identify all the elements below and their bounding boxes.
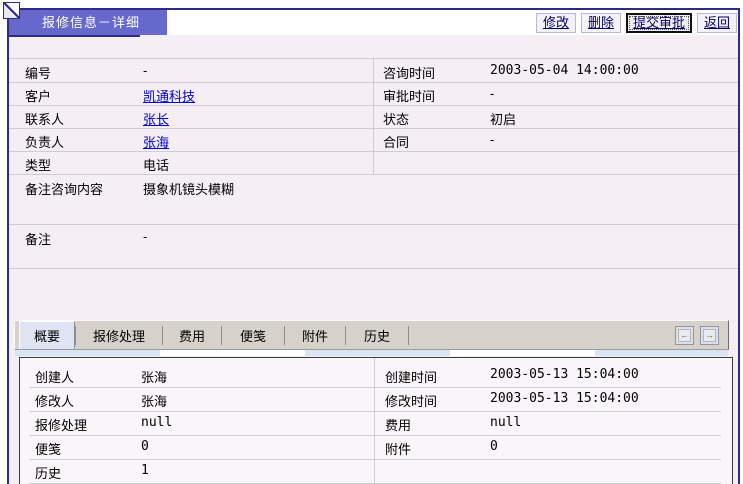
- summary-row-history: 历史 1: [29, 459, 721, 484]
- summary-row-repair-handling: 报修处理 null 费用 null: [29, 411, 721, 436]
- field-label: 修改人: [35, 391, 74, 410]
- field-value: 电话: [143, 155, 169, 174]
- tab-repair-handling[interactable]: 报修处理: [76, 321, 162, 349]
- field-label: 便笺: [35, 439, 61, 458]
- owner-link[interactable]: 张海: [143, 135, 169, 150]
- field-value: null: [490, 415, 521, 430]
- page-title: 报修信息－详细: [9, 10, 167, 35]
- field-value: 0: [490, 439, 498, 454]
- tab-bar: 概要 报修处理 费用 便笺 附件 历史 ← →: [14, 320, 729, 350]
- field-label: 附件: [385, 439, 411, 458]
- tab-memo[interactable]: 便笺: [222, 321, 284, 349]
- tab-history[interactable]: 历史: [346, 321, 408, 349]
- field-value: 2003-05-04 14:00:00: [490, 63, 639, 78]
- tab-scroll-right-button[interactable]: →: [700, 326, 719, 345]
- field-label: 类型: [25, 155, 51, 174]
- field-value: null: [141, 415, 172, 430]
- field-label: 报修处理: [35, 415, 87, 434]
- title-underline: [9, 35, 140, 37]
- field-value: 初启: [490, 109, 516, 128]
- field-row-contact: 联系人 张长 状态 初启: [9, 105, 738, 129]
- field-row-number: 编号 - 咨询时间 2003-05-04 14:00:00: [9, 59, 738, 83]
- field-label: 备注咨询内容: [25, 179, 103, 198]
- tab-fee[interactable]: 费用: [163, 321, 221, 349]
- modify-button[interactable]: 修改: [536, 13, 576, 33]
- field-value: -: [143, 229, 147, 244]
- field-label: 客户: [25, 86, 51, 105]
- field-value: 张海: [141, 391, 167, 410]
- tab-bottom-strip: [15, 350, 728, 356]
- field-value: 张海: [141, 367, 167, 386]
- field-value: 1: [141, 463, 149, 478]
- header-button-row: 修改 删除 提交审批 返回: [536, 12, 737, 33]
- field-label: 创建时间: [385, 367, 437, 386]
- tab-summary[interactable]: 概要: [19, 321, 75, 349]
- summary-row-modifier: 修改人 张海 修改时间 2003-05-13 15:04:00: [29, 387, 721, 412]
- submit-approval-button[interactable]: 提交审批: [626, 13, 692, 33]
- tab-attachment[interactable]: 附件: [285, 321, 345, 349]
- field-row-type: 类型 电话: [9, 151, 738, 175]
- repair-detail-screen: 报修信息－详细 修改 删除 提交审批 返回 编号 - 咨询时间 2003-05-…: [0, 0, 743, 484]
- field-value: 2003-05-13 15:04:00: [490, 367, 639, 382]
- field-label: 合同: [383, 132, 409, 151]
- tab-scroll-left-button[interactable]: ←: [675, 326, 694, 345]
- field-label: 备注: [25, 229, 51, 248]
- frame-border-right: [738, 8, 740, 484]
- field-label: 创建人: [35, 367, 74, 386]
- field-label: 编号: [25, 63, 51, 82]
- field-value: -: [490, 132, 494, 147]
- field-label: 修改时间: [385, 391, 437, 410]
- fold-corner-icon: [3, 2, 20, 19]
- field-row-customer: 客户 凯通科技 审批时间 -: [9, 82, 738, 106]
- field-value: 2003-05-13 15:04:00: [490, 391, 639, 406]
- field-value: -: [490, 86, 494, 101]
- tab-scroll-buttons: ← →: [675, 321, 728, 349]
- field-row-owner: 负责人 张海 合同 -: [9, 128, 738, 152]
- arrow-right-icon: →: [703, 329, 716, 342]
- customer-link[interactable]: 凯通科技: [143, 89, 195, 104]
- field-label: 咨询时间: [383, 63, 435, 82]
- back-button[interactable]: 返回: [697, 13, 737, 33]
- contact-link[interactable]: 张长: [143, 112, 169, 127]
- field-row-consult-content: 备注咨询内容 摄象机镜头模糊: [9, 174, 738, 225]
- field-row-note: 备注 -: [9, 224, 738, 269]
- summary-row-creator: 创建人 张海 创建时间 2003-05-13 15:04:00: [29, 363, 721, 388]
- field-value: 0: [141, 439, 149, 454]
- field-label: 历史: [35, 463, 61, 482]
- field-label: 负责人: [25, 132, 64, 151]
- tab-separator: [408, 326, 409, 345]
- field-value: -: [143, 63, 147, 78]
- arrow-left-icon: ←: [678, 329, 691, 342]
- field-label: 审批时间: [383, 86, 435, 105]
- summary-row-memo: 便笺 0 附件 0: [29, 435, 721, 460]
- delete-button[interactable]: 删除: [581, 13, 621, 33]
- field-label: 费用: [385, 415, 411, 434]
- field-value: 摄象机镜头模糊: [143, 179, 234, 198]
- field-label: 状态: [383, 109, 409, 128]
- field-label: 联系人: [25, 109, 64, 128]
